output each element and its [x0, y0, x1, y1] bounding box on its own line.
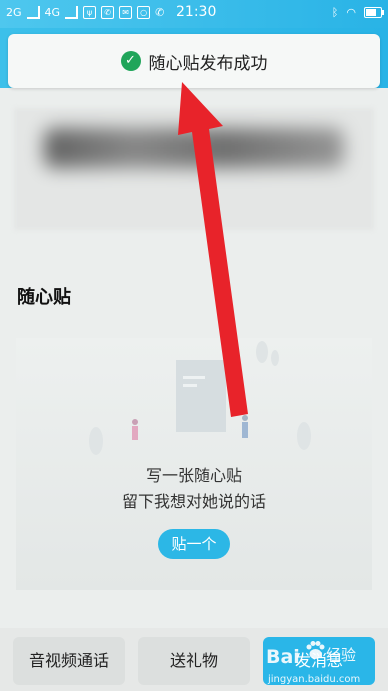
phone-icon: ✆	[155, 6, 165, 19]
signal-icon	[26, 6, 40, 19]
empty-state-line2: 留下我想对她说的话	[121, 492, 266, 511]
girl-figure	[132, 426, 138, 440]
status-bar: 2G 4G ψ ✆ ✉ ○ ✆ 21:30 ᛒ ◠	[0, 0, 388, 28]
watermark-sub: 经验	[326, 646, 357, 664]
app-icon: ○	[137, 6, 151, 19]
post-note-button[interactable]: 贴一个	[158, 529, 230, 559]
status-left: 2G 4G ψ ✆ ✉ ○ ✆	[6, 6, 164, 19]
section-title: 随心贴	[17, 287, 71, 308]
video-call-button[interactable]: 音视频通话	[13, 637, 125, 685]
toast-message: 随心贴发布成功	[148, 53, 268, 74]
boy-figure	[242, 422, 248, 438]
battery-icon	[364, 7, 384, 18]
success-toast: ✓ 随心贴发布成功	[8, 34, 380, 88]
signal-icon-2	[65, 6, 79, 19]
watermark-url: jingyan.baidu.com	[268, 674, 361, 685]
bluetooth-icon: ᛒ	[331, 6, 339, 19]
wifi-icon: ◠	[346, 6, 356, 19]
tree-illustration-right	[297, 422, 311, 450]
tree-illustration	[89, 427, 103, 455]
building-illustration	[176, 360, 226, 432]
empty-state-line1: 写一张随心贴	[145, 466, 242, 485]
network-2g-label: 2G	[6, 6, 22, 19]
mail-icon: ✉	[119, 6, 133, 19]
watermark-brand: Bai	[266, 646, 300, 668]
empty-state-card: 写一张随心贴 留下我想对她说的话 贴一个	[16, 338, 372, 590]
paw-icon	[306, 641, 325, 659]
status-right: ᛒ ◠	[331, 6, 384, 19]
network-4g-label: 4G	[44, 6, 61, 19]
check-circle-icon: ✓	[120, 51, 141, 71]
wechat-icon: ✆	[101, 6, 115, 19]
usb-icon: ψ	[83, 6, 97, 19]
baidu-watermark: Bai 经验 jingyan.baidu.com	[262, 636, 382, 691]
status-time: 21:30	[176, 4, 217, 20]
blurred-text	[44, 128, 344, 168]
send-gift-button[interactable]: 送礼物	[138, 637, 250, 685]
blurred-profile-area	[14, 108, 374, 230]
